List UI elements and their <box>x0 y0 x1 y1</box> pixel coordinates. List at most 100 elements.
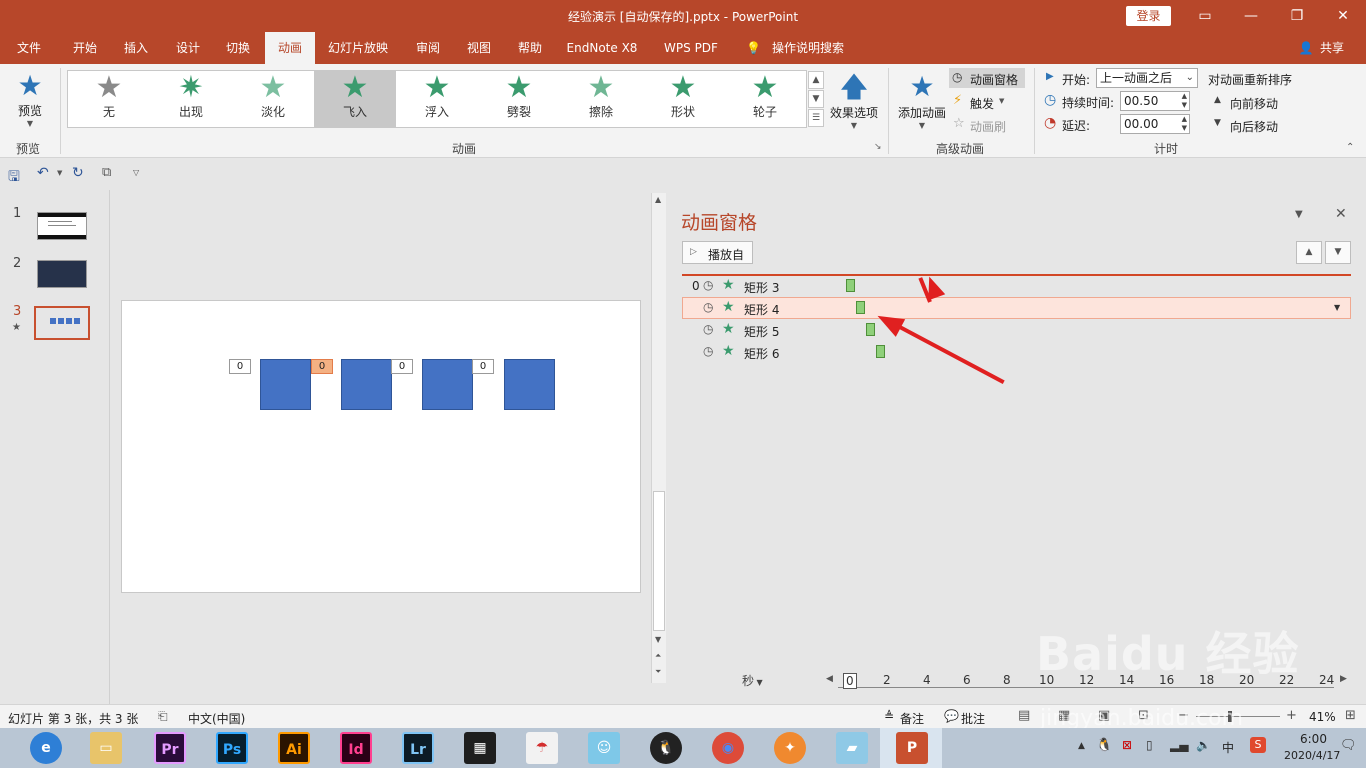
notes-app-icon[interactable]: ▰ <box>836 732 868 764</box>
umbrella-app-icon[interactable]: ☂ <box>526 732 558 764</box>
tab-insert[interactable]: 插入 <box>116 32 156 64</box>
row-dropdown-icon[interactable]: ▼ <box>1334 303 1340 312</box>
move-down-icon[interactable]: ▼ <box>1325 241 1351 264</box>
slide-thumbnail-3[interactable] <box>34 306 90 340</box>
animation-shape[interactable]: ★ 形状 <box>642 71 724 127</box>
move-earlier-button[interactable]: ▲ 向前移动 <box>1212 92 1292 112</box>
gallery-more-icon[interactable]: ☰ <box>808 109 824 127</box>
delay-spinner[interactable]: 00.00 ▲ ▼ <box>1120 114 1190 134</box>
scroll-thumb[interactable] <box>653 491 665 631</box>
qq-icon[interactable]: 🐧 <box>650 732 682 764</box>
volume-icon[interactable]: 🔈 <box>1196 738 1211 752</box>
share-person-icon[interactable]: 👤 <box>1296 32 1316 64</box>
tab-review[interactable]: 审阅 <box>408 32 448 64</box>
illustrator-icon[interactable]: Ai <box>278 732 310 764</box>
effect-options-button[interactable]: 🡅 效果选项 ▼ <box>828 70 880 134</box>
tab-animations[interactable]: 动画 <box>265 32 315 64</box>
close-icon[interactable]: ✕ <box>1320 0 1366 32</box>
shape-rectangle-3[interactable] <box>260 359 311 410</box>
battery-icon[interactable]: ▯ <box>1146 738 1153 752</box>
timeline-bar[interactable] <box>856 301 865 314</box>
scroll-up-icon[interactable]: ▲ <box>655 195 661 204</box>
play-from-button[interactable]: ▷ 播放自 <box>682 241 753 264</box>
animation-row[interactable]: ◷ ★ 矩形 6 <box>682 341 1351 363</box>
next-slide-icon[interactable]: ⏷ <box>655 667 661 677</box>
animation-none[interactable]: ★ 无 <box>68 71 150 127</box>
scroll-right-icon[interactable]: ▶ <box>1340 674 1347 684</box>
scroll-left-icon[interactable]: ◀ <box>826 674 833 684</box>
collapse-ribbon-icon[interactable]: ⌃ <box>1346 142 1354 153</box>
add-animation-button[interactable]: ★ 添加动画 ▼ <box>896 70 948 134</box>
timeline-bar[interactable] <box>876 345 885 358</box>
pane-close-icon[interactable]: ✕ <box>1335 206 1347 222</box>
gallery-scroll-down-icon[interactable]: ▼ <box>808 90 824 108</box>
wifi-signal-icon[interactable]: ▂▄ <box>1170 738 1188 752</box>
timeline-bar[interactable] <box>846 279 855 292</box>
shape-rectangle-5[interactable] <box>422 359 473 410</box>
fit-slide-icon[interactable]: ⊞ <box>1345 708 1356 723</box>
tab-file[interactable]: 文件 <box>10 32 48 64</box>
qq-tray-icon[interactable]: 🐧 <box>1096 738 1112 753</box>
lightroom-icon[interactable]: Lr <box>402 732 434 764</box>
tab-help[interactable]: 帮助 <box>510 32 550 64</box>
minimize-icon[interactable]: — <box>1228 0 1274 32</box>
comments-button[interactable]: 批注 <box>961 710 985 727</box>
gallery-scroll-up-icon[interactable]: ▲ <box>808 71 824 89</box>
tab-home[interactable]: 开始 <box>64 32 106 64</box>
tab-endnote[interactable]: EndNote X8 <box>562 32 642 64</box>
tab-view[interactable]: 视图 <box>459 32 499 64</box>
animation-wheel[interactable]: ★ 轮子 <box>724 71 806 127</box>
save-icon[interactable]: 🖫 <box>8 166 20 190</box>
animation-row[interactable]: ◷ ★ 矩形 4 ▼ <box>682 297 1351 319</box>
network-warning-icon[interactable]: ⊠ <box>1122 738 1132 752</box>
normal-view-icon[interactable]: ▤ <box>1018 708 1030 723</box>
timeline-unit[interactable]: 秒 ▼ <box>742 672 763 689</box>
pane-options-icon[interactable]: ▼ <box>1295 209 1303 220</box>
ribbon-display-icon[interactable]: ▭ <box>1182 0 1228 32</box>
preview-button[interactable]: ★ 预览 ▼ <box>12 70 48 130</box>
duration-spinner[interactable]: 00.50 ▲ ▼ <box>1120 91 1190 111</box>
tell-me-search[interactable]: 操作说明搜索 <box>766 32 850 64</box>
lightbulb-icon[interactable]: 💡 <box>744 32 762 64</box>
tray-expand-icon[interactable]: ▲ <box>1078 741 1085 751</box>
clock-date[interactable]: 2020/4/17 <box>1284 749 1340 762</box>
login-button[interactable]: 登录 <box>1126 6 1171 26</box>
redo-icon[interactable]: ↻ <box>72 165 84 181</box>
animation-float-in[interactable]: ★ 浮入 <box>396 71 478 127</box>
scroll-down-icon[interactable]: ▼ <box>655 635 661 644</box>
slide-canvas[interactable] <box>121 300 641 593</box>
zoom-level[interactable]: 41% <box>1309 710 1336 724</box>
shape-rectangle-4[interactable] <box>341 359 392 410</box>
powerpoint-icon[interactable]: P <box>896 732 928 764</box>
undo-icon[interactable]: ↶ <box>37 165 49 181</box>
tab-slideshow[interactable]: 幻灯片放映 <box>324 32 392 64</box>
sogou-ime-icon[interactable]: S <box>1250 737 1266 753</box>
animation-wipe[interactable]: ★ 擦除 <box>560 71 642 127</box>
ime-indicator[interactable]: 中 <box>1222 739 1234 756</box>
clock-time[interactable]: 6:00 <box>1300 732 1327 746</box>
cat-app-icon[interactable]: ☺ <box>588 732 620 764</box>
tab-wps-pdf[interactable]: WPS PDF <box>658 32 724 64</box>
move-later-button[interactable]: ▼ 向后移动 <box>1212 115 1292 135</box>
photoshop-icon[interactable]: Ps <box>216 732 248 764</box>
previous-slide-icon[interactable]: ⏶ <box>655 651 661 661</box>
chevron-down-icon[interactable]: ▼ <box>57 169 62 177</box>
animation-appear[interactable]: ✷ 出现 <box>150 71 232 127</box>
spellcheck-icon[interactable]: ⎗ <box>158 709 168 724</box>
premiere-icon[interactable]: Pr <box>154 732 186 764</box>
animation-order-tag[interactable]: 0 <box>229 359 251 374</box>
language[interactable]: 中文(中国) <box>188 710 245 727</box>
animation-order-tag[interactable]: 0 <box>472 359 494 374</box>
chrome-icon[interactable]: ◉ <box>712 732 744 764</box>
animation-split[interactable]: ★ 劈裂 <box>478 71 560 127</box>
browser-icon[interactable]: e <box>30 732 62 764</box>
notes-button[interactable]: 备注 <box>900 710 924 727</box>
dialog-launcher-icon[interactable]: ↘ <box>874 142 882 152</box>
animation-row[interactable]: ◷ ★ 矩形 5 <box>682 319 1351 341</box>
animation-order-tag[interactable]: 0 <box>311 359 333 374</box>
trigger-button[interactable]: ⚡ 触发 ▼ <box>953 92 1019 112</box>
indesign-icon[interactable]: Id <box>340 732 372 764</box>
file-explorer-icon[interactable]: ▭ <box>90 732 122 764</box>
customize-qat-icon[interactable]: ▽ <box>133 168 139 177</box>
animation-fade[interactable]: ★ 淡化 <box>232 71 314 127</box>
